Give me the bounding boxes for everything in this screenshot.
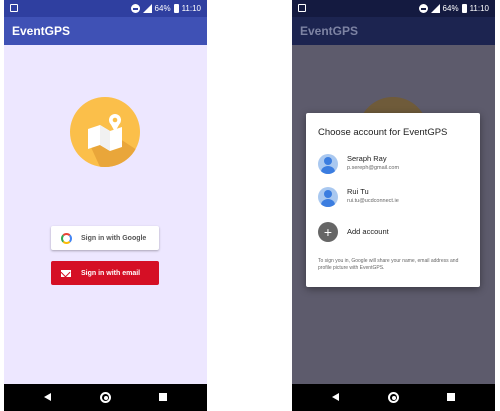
battery-icon xyxy=(461,4,467,13)
status-bar: 64% 11:10 xyxy=(292,0,495,17)
back-icon[interactable] xyxy=(332,393,339,401)
account-email: rui.tu@ucdconnect.ie xyxy=(347,198,399,204)
account-chooser-dialog: Choose account for EventGPS Seraph Ray p… xyxy=(306,113,480,287)
account-name: Seraph Ray xyxy=(347,154,387,163)
account-name: Rui Tu xyxy=(347,187,369,196)
google-icon xyxy=(60,232,72,244)
avatar-icon xyxy=(318,154,338,174)
account-chooser-screen: 64% 11:10 EventGPS Choose account for Ev… xyxy=(292,0,495,411)
signal-icon xyxy=(142,4,152,13)
nav-bar xyxy=(292,384,495,411)
account-item[interactable]: Seraph Ray p.sereph@gmail.com xyxy=(318,152,478,178)
dimmed-content[interactable]: Choose account for EventGPS Seraph Ray p… xyxy=(292,45,495,384)
battery-percent: 64% xyxy=(442,4,459,13)
notification-icon xyxy=(298,4,306,12)
add-account-icon: + xyxy=(318,222,338,242)
battery-icon xyxy=(173,4,179,13)
recents-icon[interactable] xyxy=(447,393,455,401)
map-pin-logo xyxy=(70,97,140,167)
signin-screen: 64% 11:10 EventGPS Sign in with Google S… xyxy=(4,0,207,411)
home-icon[interactable] xyxy=(388,392,399,403)
account-email: p.sereph@gmail.com xyxy=(347,165,400,171)
app-title: EventGPS xyxy=(300,24,359,38)
add-account-button[interactable]: + Add account xyxy=(318,220,478,246)
signal-icon xyxy=(430,4,440,13)
google-signin-label: Sign in with Google xyxy=(81,234,147,242)
avatar-icon xyxy=(318,187,338,207)
dnd-icon xyxy=(130,4,140,13)
privacy-notice: To sign you in, Google will share your n… xyxy=(318,258,459,271)
app-bar: EventGPS xyxy=(292,17,495,45)
dialog-title: Choose account for EventGPS xyxy=(318,127,448,138)
app-bar: EventGPS xyxy=(4,17,207,45)
back-icon[interactable] xyxy=(44,393,51,401)
google-signin-button[interactable]: Sign in with Google xyxy=(51,226,159,250)
clock: 11:10 xyxy=(469,4,489,13)
battery-percent: 64% xyxy=(154,4,171,13)
notification-icon xyxy=(10,4,18,12)
mail-icon xyxy=(61,269,71,277)
clock: 11:10 xyxy=(181,4,201,13)
nav-bar xyxy=(4,384,207,411)
home-icon[interactable] xyxy=(100,392,111,403)
dnd-icon xyxy=(418,4,428,13)
email-signin-label: Sign in with email xyxy=(81,269,141,277)
account-item[interactable]: Rui Tu rui.tu@ucdconnect.ie xyxy=(318,185,478,211)
status-icons: 64% 11:10 xyxy=(130,3,201,14)
recents-icon[interactable] xyxy=(159,393,167,401)
signin-content: Sign in with Google Sign in with email xyxy=(4,45,207,384)
status-bar: 64% 11:10 xyxy=(4,0,207,17)
app-title: EventGPS xyxy=(12,24,71,38)
email-signin-button[interactable]: Sign in with email xyxy=(51,261,159,285)
status-icons: 64% 11:10 xyxy=(418,3,489,14)
add-account-label: Add account xyxy=(347,227,389,236)
